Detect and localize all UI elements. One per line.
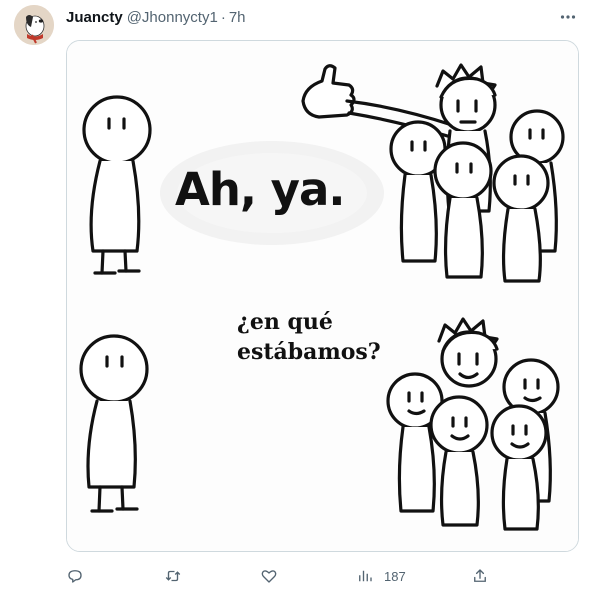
more-button[interactable] bbox=[552, 6, 584, 28]
meme-image bbox=[67, 41, 578, 551]
speech-bubble-text: Ah, ya. bbox=[175, 163, 345, 216]
share-button[interactable] bbox=[471, 563, 489, 589]
meme-caption: ¿en qué estábamos? bbox=[237, 307, 381, 367]
author-handle[interactable]: @Jhonnycty1 bbox=[127, 9, 218, 26]
share-icon bbox=[474, 569, 486, 582]
views-button[interactable]: 187 bbox=[356, 563, 406, 589]
tweet: Juancty @Jhonnycty1 · 7h Ah, ya. ¿en qué… bbox=[0, 0, 594, 594]
caption-line-1: ¿en qué bbox=[237, 309, 333, 335]
like-icon bbox=[261, 570, 277, 583]
author-name[interactable]: Juancty bbox=[66, 9, 123, 26]
more-icon bbox=[560, 15, 576, 19]
separator-dot: · bbox=[220, 8, 226, 26]
tweet-timestamp[interactable]: 7h bbox=[229, 9, 246, 26]
reply-icon bbox=[68, 570, 82, 583]
views-count: 187 bbox=[384, 568, 406, 584]
caption-line-2: estábamos? bbox=[237, 339, 381, 365]
avatar[interactable] bbox=[14, 5, 54, 45]
reply-button[interactable] bbox=[66, 563, 84, 589]
tweet-actions: 187 bbox=[66, 563, 496, 589]
retweet-icon bbox=[165, 570, 181, 582]
tweet-media[interactable]: Ah, ya. ¿en qué estábamos? bbox=[66, 40, 579, 552]
snoopy-avatar-icon bbox=[14, 5, 54, 45]
tweet-header: Juancty @Jhonnycty1 · 7h bbox=[66, 7, 246, 27]
like-button[interactable] bbox=[260, 563, 278, 589]
views-icon bbox=[359, 570, 372, 582]
retweet-button[interactable] bbox=[164, 563, 182, 589]
